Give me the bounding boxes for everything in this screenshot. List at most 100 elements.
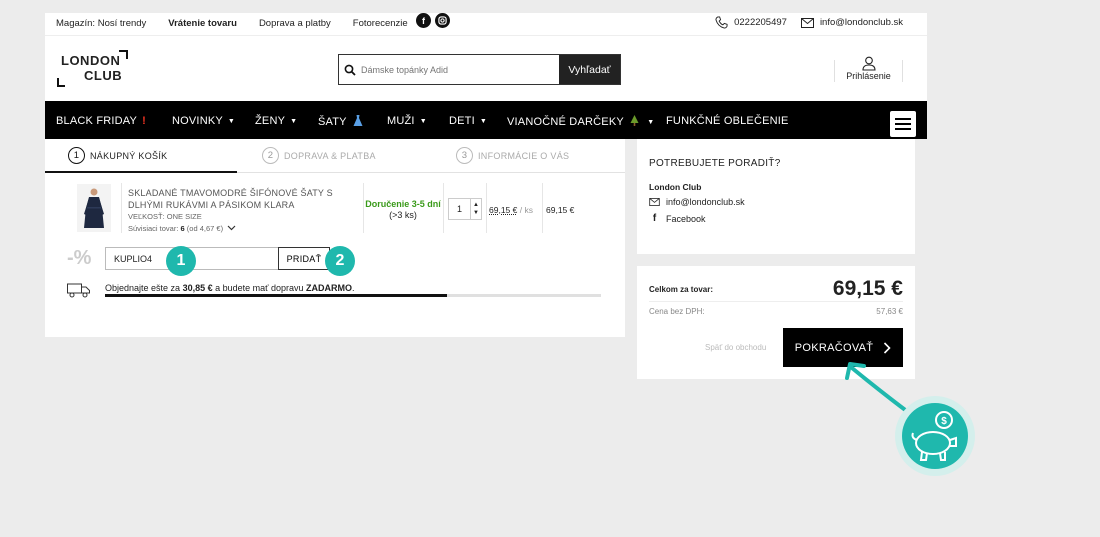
line-total: 69,15 € [546, 205, 575, 215]
truck-icon [67, 283, 91, 303]
free-shipping-text: a budete mať dopravu [212, 283, 307, 293]
nav-item-muzi[interactable]: MUŽI ▼ [387, 115, 427, 127]
envelope-icon [649, 198, 660, 206]
free-shipping-message: Objednajte ešte za 30,85 € a budete mať … [105, 283, 355, 293]
back-to-shop-link[interactable]: Späť do obchodu [705, 343, 766, 352]
nav-label: FUNKČNÉ OBLEČENIE [666, 115, 789, 127]
step-cart[interactable]: 1 NÁKUPNÝ KOŠÍK [68, 147, 167, 164]
nav-item-zeny[interactable]: ŽENY ▼ [255, 115, 297, 127]
total-value: 69,15 € [832, 277, 903, 300]
envelope-icon [800, 17, 814, 28]
step-shipping-payment[interactable]: 2 DOPRAVA & PLATBA [262, 147, 376, 164]
help-email[interactable]: info@londonclub.sk [649, 197, 745, 207]
quantity-up-icon[interactable]: ▲ [473, 201, 479, 209]
progress-fill [105, 294, 448, 297]
top-link-shipping[interactable]: Doprava a platby [259, 18, 331, 29]
nav-item-vianocne-darceky[interactable]: VIANOČNÉ DARČEKY ▼ [507, 115, 654, 128]
quantity-down-icon[interactable]: ▼ [473, 209, 479, 217]
caret-down-icon: ▼ [647, 119, 655, 126]
exclamation-icon: ! [142, 115, 146, 127]
phone-number[interactable]: 0222205497 [734, 17, 787, 28]
top-link-magazin[interactable]: Magazín: Nosí trendy [56, 18, 146, 29]
active-step-underline [45, 171, 237, 173]
product-name[interactable]: SKLADANÉ TMAVOMODRÉ ŠIFÓNOVÉ ŠATY S DLHÝ… [128, 187, 366, 211]
nav-label: BLACK FRIDAY [56, 115, 138, 127]
divider [443, 183, 444, 233]
search-bar: Vyhľadať [338, 54, 621, 85]
quantity-arrows: ▲ ▼ [470, 199, 481, 219]
chevron-down-icon [227, 225, 236, 231]
london-club-logo[interactable]: LONDON CLUB [57, 50, 137, 90]
free-shipping-free: ZADARMO [306, 283, 353, 293]
nav-label: NOVINKY [172, 115, 223, 127]
christmas-tree-icon [630, 115, 639, 126]
related-products[interactable]: Súvisiaci tovar: 6 (od 4,67 €) [128, 224, 236, 233]
main-nav: BLACK FRIDAY! NOVINKY ▼ ŽENY ▼ ŠATY MUŽI ▼ … [45, 101, 927, 139]
step-badge-2: 2 [325, 246, 355, 276]
step-label: INFORMÁCIE O VÁS [478, 150, 570, 161]
step-customer-info[interactable]: 3 INFORMÁCIE O VÁS [456, 147, 569, 164]
step-number: 2 [262, 147, 279, 164]
dress-icon [353, 115, 363, 126]
login-label: Prihlásenie [846, 71, 891, 81]
nav-label: DETI [449, 115, 475, 127]
step-number: 1 [68, 147, 85, 164]
delivery-time: Doručenie 3-5 dní [365, 199, 441, 209]
unit-price: 69,15 € / ks [489, 205, 533, 215]
caret-down-icon: ▼ [290, 118, 298, 125]
instagram-icon[interactable] [435, 13, 450, 28]
related-from-price: (od 4,67 €) [186, 224, 224, 233]
help-facebook[interactable]: f Facebook [649, 213, 706, 224]
continue-button[interactable]: POKRAČOVAŤ [783, 328, 903, 367]
delivery-info: Doručenie 3-5 dní (>3 ks) [363, 199, 443, 221]
help-facebook-text: Facebook [666, 213, 706, 224]
divider [486, 183, 487, 233]
add-coupon-button[interactable]: PRIDAŤ [278, 247, 330, 270]
nav-item-black-friday[interactable]: BLACK FRIDAY! [56, 115, 146, 127]
cart-panel: 1 NÁKUPNÝ KOŠÍK 2 DOPRAVA & PLATBA 3 INF… [45, 139, 625, 337]
help-panel: POTREBUJETE PORADIŤ? London Club info@lo… [637, 139, 915, 254]
contact-info: 0222205497 info@londonclub.sk [715, 16, 903, 29]
product-thumbnail[interactable] [77, 184, 111, 232]
login-button[interactable]: Prihlásenie [834, 56, 903, 82]
top-link-photoreviews[interactable]: Fotorecenzie [353, 18, 408, 29]
user-icon [861, 56, 876, 71]
product-size: VEĽKOSŤ: ONE SIZE [128, 212, 202, 221]
nav-item-novinky[interactable]: NOVINKY ▼ [172, 115, 235, 127]
step-label: DOPRAVA & PLATBA [284, 150, 376, 161]
divider [121, 183, 122, 233]
phone-icon [715, 16, 728, 29]
quantity-stepper: 1 ▲ ▼ [448, 198, 482, 220]
free-shipping-text: Objednajte ešte za [105, 283, 183, 293]
nav-item-saty[interactable]: ŠATY [318, 115, 363, 128]
related-label: Súvisiaci tovar: [128, 224, 179, 233]
search-input[interactable] [361, 55, 559, 84]
divider [542, 183, 543, 233]
free-shipping-amount: 30,85 € [182, 283, 213, 293]
stock-info: (>3 ks) [389, 210, 417, 220]
top-link-returns[interactable]: Vrátenie tovaru [168, 18, 237, 29]
caret-down-icon: ▼ [227, 118, 236, 125]
discount-percent-icon: -% [67, 247, 92, 269]
facebook-icon[interactable]: f [416, 13, 431, 28]
free-shipping-text: . [352, 283, 355, 293]
search-button[interactable]: Vyhľadať [559, 55, 620, 84]
nav-item-funkcne-oblecenie[interactable]: FUNKČNÉ OBLEČENIE [666, 115, 789, 127]
nav-label: VIANOČNÉ DARČEKY [507, 116, 624, 128]
nav-label: ŽENY [255, 115, 286, 127]
related-count: 6 [180, 224, 185, 233]
summary-divider [649, 301, 903, 302]
hamburger-menu-icon[interactable] [890, 111, 916, 137]
quantity-value[interactable]: 1 [449, 199, 470, 219]
help-company: London Club [649, 182, 702, 192]
net-price-label: Cena bez DPH: [649, 307, 705, 316]
piggy-bank-icon: $ [895, 396, 975, 476]
unit-suffix: / ks [519, 205, 533, 215]
nav-item-deti[interactable]: DETI ▼ [449, 115, 487, 127]
nav-label: ŠATY [318, 116, 347, 128]
nav-label: MUŽI [387, 115, 415, 127]
email-link[interactable]: info@londonclub.sk [820, 17, 903, 28]
step-badge-1: 1 [166, 246, 196, 276]
total-label: Celkom za tovar: [649, 285, 714, 294]
continue-label: POKRAČOVAŤ [794, 341, 874, 354]
